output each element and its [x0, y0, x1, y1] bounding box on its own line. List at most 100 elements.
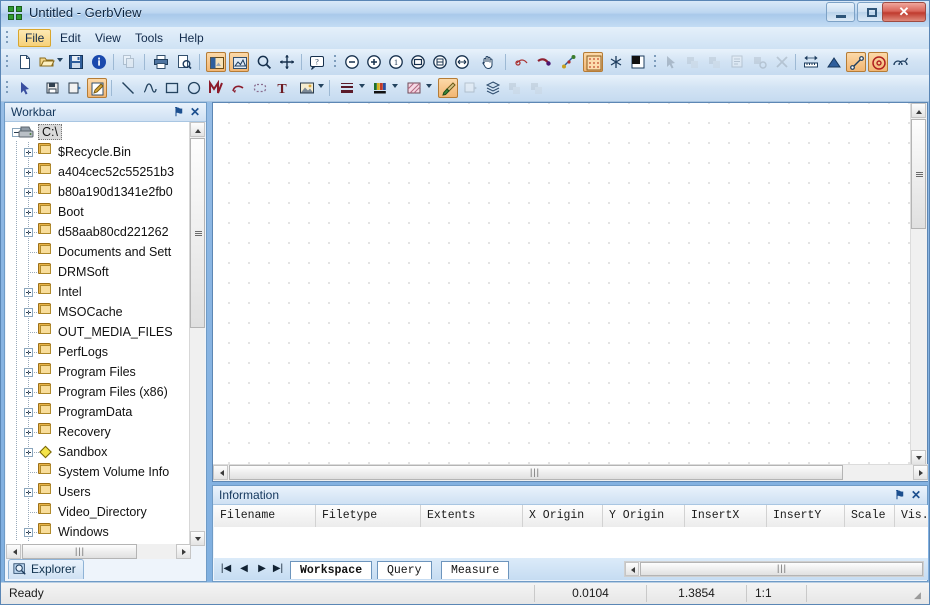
scroll-left-button[interactable]: [213, 465, 228, 480]
measure-distance-icon[interactable]: [512, 52, 532, 72]
tree-item[interactable]: OUT_MEDIA_FILES: [6, 322, 191, 342]
explorer-tab[interactable]: Explorer: [8, 559, 84, 579]
tree-item[interactable]: Sandbox: [6, 442, 191, 462]
column-header[interactable]: Filename: [214, 505, 316, 527]
edit-pencil-icon[interactable]: [87, 78, 107, 98]
menu-edit[interactable]: Edit: [54, 30, 87, 46]
close-icon[interactable]: ✕: [911, 488, 921, 502]
tree-item[interactable]: Documents and Sett: [6, 242, 191, 262]
negative-view-icon[interactable]: [229, 52, 249, 72]
nav-next-button[interactable]: ▶: [256, 563, 268, 575]
draw-curve-icon[interactable]: [140, 78, 160, 98]
pin-icon[interactable]: ⚑: [173, 105, 184, 119]
tree-item[interactable]: Program Files: [6, 362, 191, 382]
scroll-up-button[interactable]: [190, 122, 205, 137]
snap-point-icon[interactable]: [606, 52, 626, 72]
drawing-canvas[interactable]: [213, 103, 912, 465]
scroll-thumb[interactable]: |||: [229, 465, 843, 480]
close-icon[interactable]: ✕: [190, 105, 200, 119]
tree-horizontal-scrollbar[interactable]: |||: [6, 544, 191, 559]
tree-item[interactable]: System Volume Info: [6, 462, 191, 482]
draw-arc-icon[interactable]: [228, 78, 248, 98]
scroll-up-button[interactable]: [911, 103, 926, 118]
help-icon[interactable]: ?: [307, 52, 327, 72]
pointer-icon[interactable]: [15, 78, 35, 98]
tree-item[interactable]: C:\: [6, 122, 191, 142]
scroll-left-button[interactable]: [625, 562, 639, 576]
snap-icon[interactable]: [559, 52, 579, 72]
tab-query[interactable]: Query: [377, 561, 432, 579]
line-width-caret-icon[interactable]: [359, 84, 365, 88]
print-preview-icon[interactable]: [174, 52, 194, 72]
tree-item[interactable]: Program Files (x86): [6, 382, 191, 402]
scroll-down-button[interactable]: [911, 450, 926, 465]
information-horizontal-scrollbar[interactable]: |||: [624, 561, 924, 577]
tree-item[interactable]: Intel: [6, 282, 191, 302]
nav-first-button[interactable]: |◀: [220, 563, 232, 575]
grid-toggle-icon[interactable]: [583, 52, 603, 72]
column-header[interactable]: InsertX: [685, 505, 767, 527]
tree-item[interactable]: d58aab80cd221262: [6, 222, 191, 242]
print-icon[interactable]: [151, 52, 171, 72]
tree-item[interactable]: Windows: [6, 522, 191, 542]
measure-linear-icon[interactable]: [801, 52, 821, 72]
zoom-in-icon[interactable]: [364, 52, 384, 72]
scroll-thumb[interactable]: [190, 138, 205, 328]
tab-measure[interactable]: Measure: [441, 561, 510, 579]
measure-arc-icon[interactable]: [890, 52, 910, 72]
open-icon[interactable]: [37, 52, 57, 72]
scroll-down-button[interactable]: [190, 531, 205, 546]
draw-rectangle-icon[interactable]: [162, 78, 182, 98]
zoom-out-icon[interactable]: [342, 52, 362, 72]
layers-stack-icon[interactable]: [483, 78, 503, 98]
measure-line-icon[interactable]: [846, 52, 866, 72]
tab-workspace[interactable]: Workspace: [290, 561, 373, 579]
scroll-thumb[interactable]: [911, 119, 926, 229]
pin-icon[interactable]: ⚑: [894, 488, 905, 502]
tree-item[interactable]: Users: [6, 482, 191, 502]
zoom-window-icon[interactable]: [408, 52, 428, 72]
column-header[interactable]: Y Origin: [603, 505, 685, 527]
color-invert-icon[interactable]: [628, 52, 648, 72]
minimize-button[interactable]: [826, 2, 855, 22]
nav-last-button[interactable]: ▶|: [272, 563, 284, 575]
menu-view[interactable]: View: [89, 30, 127, 46]
measure-angle-icon[interactable]: [534, 52, 554, 72]
column-header[interactable]: Vis...: [895, 505, 930, 527]
insert-picture-caret-icon[interactable]: [318, 84, 324, 88]
tree-item[interactable]: Recovery: [6, 422, 191, 442]
tree-item[interactable]: b80a190d1341e2fb0: [6, 182, 191, 202]
brush-icon[interactable]: [438, 78, 458, 98]
menu-file[interactable]: File: [18, 29, 52, 47]
draw-polygon-icon[interactable]: [206, 78, 226, 98]
measure-area-icon[interactable]: [824, 52, 844, 72]
resize-grip-icon[interactable]: ◢: [914, 590, 926, 602]
insert-picture-icon[interactable]: [297, 78, 317, 98]
column-header[interactable]: Scale: [845, 505, 895, 527]
line-width-icon[interactable]: [337, 78, 357, 98]
layers-view-icon[interactable]: [206, 52, 226, 72]
column-header[interactable]: Extents: [421, 505, 523, 527]
menu-help[interactable]: Help: [173, 30, 210, 46]
tree-item[interactable]: DRMSoft: [6, 262, 191, 282]
open-dropdown-caret-icon[interactable]: [57, 58, 63, 62]
scroll-thumb[interactable]: |||: [640, 562, 923, 576]
new-icon[interactable]: [15, 52, 35, 72]
draw-selection-icon[interactable]: [250, 78, 270, 98]
zoom-one-to-one-icon[interactable]: 1: [386, 52, 406, 72]
color-palette-caret-icon[interactable]: [392, 84, 398, 88]
zoom-icon[interactable]: [254, 52, 274, 72]
close-button[interactable]: ✕: [882, 2, 926, 22]
tree-item[interactable]: PerfLogs: [6, 342, 191, 362]
pan-hand-icon[interactable]: [478, 52, 498, 72]
tree-vertical-scrollbar[interactable]: [189, 122, 205, 546]
scroll-right-button[interactable]: [913, 465, 928, 480]
tree-item[interactable]: $Recycle.Bin: [6, 142, 191, 162]
canvas-horizontal-scrollbar[interactable]: |||: [213, 464, 928, 481]
zoom-last-icon[interactable]: [430, 52, 450, 72]
menu-tools[interactable]: Tools: [129, 30, 169, 46]
tree-item[interactable]: ProgramData: [6, 402, 191, 422]
fill-pattern-icon[interactable]: [404, 78, 424, 98]
pan-crosshair-icon[interactable]: [277, 52, 297, 72]
scroll-left-button[interactable]: [6, 544, 21, 559]
